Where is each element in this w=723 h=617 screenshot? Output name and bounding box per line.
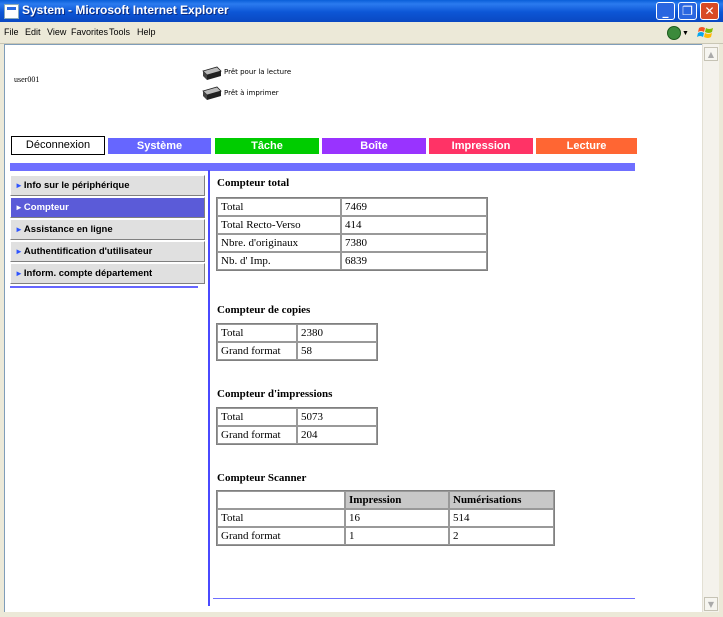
arrow-right-icon: ► [15,203,23,212]
tab-task[interactable]: Tâche [215,138,319,154]
copy-counter-table: Total 2380 Grand format 58 [216,323,378,361]
arrow-right-icon: ► [15,269,23,278]
logout-button[interactable]: Déconnexion [11,136,105,155]
menu-tools[interactable]: Tools [109,27,130,37]
sidebar: ►Info sur le périphérique ►Compteur ►Ass… [10,175,205,285]
tab-print[interactable]: Impression [429,138,533,154]
window-title: System - Microsoft Internet Explorer [22,3,229,17]
table-row: Nb. d' Imp. 6839 [217,252,487,270]
tab-scan[interactable]: Lecture [536,138,637,154]
menu-edit[interactable]: Edit [25,27,41,37]
tab-box[interactable]: Boîte [322,138,426,154]
tab-system[interactable]: Système [108,138,211,154]
minimize-button[interactable]: _ [656,2,675,20]
globe-icon [667,26,681,40]
section-title-total-counter: Compteur total [217,177,290,189]
menu-view[interactable]: View [47,27,66,37]
menu-bar: File Edit View Favorites Tools Help ▼ [0,22,723,44]
nav-separator-band [10,163,635,171]
table-row: Nbre. d'originaux 7380 [217,234,487,252]
table-row: Grand format 1 2 [217,527,554,545]
scroll-up-button[interactable]: ▲ [704,47,718,61]
scroll-down-button[interactable]: ▼ [704,597,718,611]
table-row: Total 2380 [217,324,377,342]
close-button[interactable]: ✕ [700,2,719,20]
content-divider [208,170,210,606]
title-bar: System - Microsoft Internet Explorer _ ❐… [0,0,723,22]
vertical-scrollbar[interactable]: ▲ ▼ [702,44,719,614]
sidebar-item-online-assistance[interactable]: ►Assistance en ligne [10,219,205,240]
windows-logo-icon [697,27,713,38]
table-row: Total 7469 [217,198,487,216]
arrow-right-icon: ► [15,225,23,234]
section-title-print-counter: Compteur d'impressions [217,388,333,400]
sidebar-item-user-authentication[interactable]: ►Authentification d'utilisateur [10,241,205,262]
menu-favorites[interactable]: Favorites [71,27,108,37]
printer-icon [202,66,222,80]
print-counter-table: Total 5073 Grand format 204 [216,407,378,445]
status-ready-read: Prêt pour la lecture [224,68,292,76]
sidebar-item-device-info[interactable]: ►Info sur le périphérique [10,175,205,196]
table-row: Total 5073 [217,408,377,426]
arrow-right-icon: ► [15,247,23,256]
sidebar-item-department-account[interactable]: ►Inform. compte département [10,263,205,284]
printer-icon [202,86,222,100]
scanner-counter-table: Impression Numérisations Total 16 514 Gran… [216,490,555,546]
table-header-row: Impression Numérisations [217,491,554,509]
table-row: Total Recto-Verso 414 [217,216,487,234]
section-title-scanner-counter: Compteur Scanner [217,472,307,484]
table-row: Grand format 58 [217,342,377,360]
status-ready-print: Prêt à imprimer [224,89,279,97]
menu-file[interactable]: File [4,27,19,37]
maximize-button[interactable]: ❐ [678,2,697,20]
menu-help[interactable]: Help [137,27,156,37]
table-row: Grand format 204 [217,426,377,444]
bottom-divider [213,598,635,599]
total-counter-table: Total 7469 Total Recto-Verso 414 Nbre. d'o… [216,197,488,271]
table-row: Total 16 514 [217,509,554,527]
ie-window-icon [4,4,19,19]
language-bar-button[interactable]: ▼ [667,25,689,40]
window-bottom-frame [0,612,723,617]
arrow-right-icon: ► [15,181,23,190]
sidebar-divider [10,286,198,288]
sidebar-item-counter[interactable]: ►Compteur [10,197,205,218]
chevron-down-icon: ▼ [682,30,689,37]
section-title-copy-counter: Compteur de copies [217,304,311,316]
user-name: user001 [14,75,40,84]
